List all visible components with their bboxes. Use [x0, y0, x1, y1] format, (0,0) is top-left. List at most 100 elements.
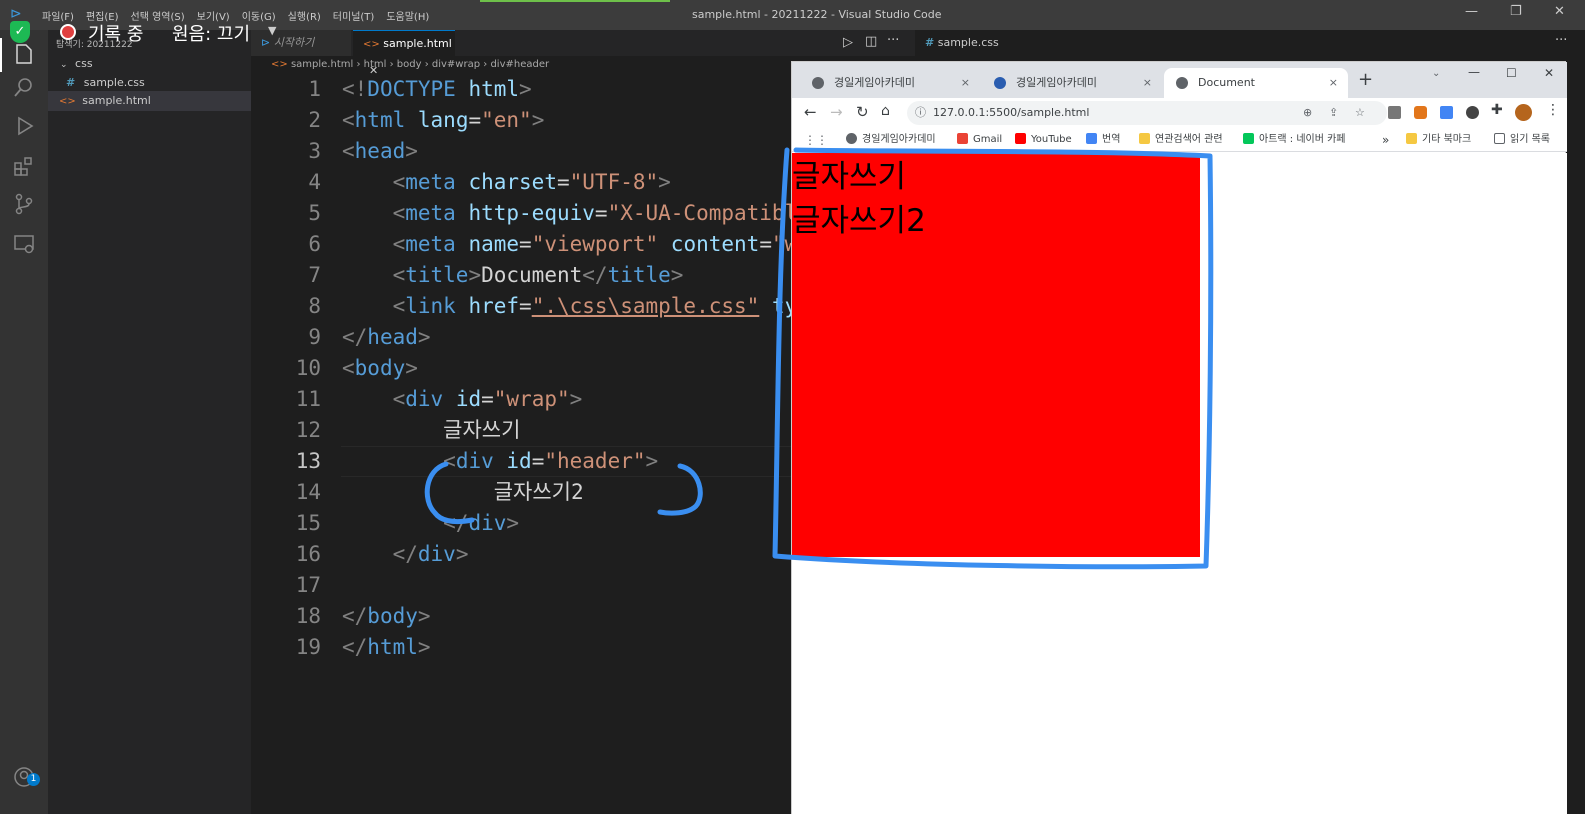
share-icon[interactable]: ⇪	[1329, 101, 1338, 125]
tab-label: sample.html	[383, 37, 452, 50]
activity-bar: 1	[0, 30, 48, 814]
more-actions-icon[interactable]: ···	[887, 33, 899, 48]
browser-tab-active[interactable]: Document ×	[1164, 68, 1348, 98]
bookmark-item[interactable]: 아트랙 : 네이버 카페	[1243, 128, 1346, 152]
line-number: 18	[295, 604, 321, 628]
line-number: 10	[295, 356, 321, 380]
close-tab-icon[interactable]: ×	[1143, 68, 1152, 98]
menu-help[interactable]: 도움말(H)	[386, 8, 429, 23]
css-file-icon: #	[925, 36, 935, 49]
code-line: <body>	[342, 356, 418, 380]
line-number: 6	[308, 232, 321, 256]
tab-getting-started[interactable]: ⊳ 시작하기	[251, 30, 351, 56]
close-icon[interactable]: ✕	[1544, 66, 1554, 80]
remote-explorer-icon[interactable]	[12, 232, 36, 256]
browser-tab[interactable]: 경일게임아카데미 ×	[800, 68, 980, 98]
site-logo-icon	[994, 77, 1006, 89]
puzzle-icon[interactable]: ✚	[1491, 102, 1503, 118]
home-icon[interactable]: ⌂	[881, 103, 890, 119]
line-number: 11	[295, 387, 321, 411]
extension-icon[interactable]	[1466, 106, 1479, 119]
line-number: 5	[308, 201, 321, 225]
dropdown-icon[interactable]: ▼	[268, 24, 276, 37]
restore-icon[interactable]: ❐	[1510, 4, 1522, 19]
bookmarks-bar: ⋮⋮ 경일게임아카데미 Gmail YouTube 번역 연관검색어 관련 아트…	[792, 128, 1567, 152]
more-bookmarks-button[interactable]: »	[1382, 128, 1389, 152]
run-icon[interactable]: ▷	[843, 35, 853, 50]
bookmark-item[interactable]: 번역	[1086, 128, 1120, 152]
bookmark-label: YouTube	[1031, 134, 1072, 145]
bookmark-label: 아트랙 : 네이버 카페	[1259, 134, 1346, 145]
back-icon[interactable]: ←	[804, 103, 817, 121]
tab-search-icon[interactable]: ⌄	[1432, 68, 1440, 79]
code-line: <meta http-equiv="X-UA-Compatibl	[392, 201, 798, 225]
translate-icon[interactable]	[1440, 106, 1453, 119]
page-viewport[interactable]: 글자쓰기 글자쓰기2	[792, 153, 1567, 814]
line-number: 15	[295, 511, 321, 535]
code-line: </div>	[443, 511, 520, 535]
file-sample-css[interactable]: # sample.css	[48, 73, 251, 93]
code-line: <link href=".\css\sample.css" ty	[392, 294, 798, 318]
kebab-menu-icon[interactable]: ⋮	[1546, 102, 1560, 118]
close-icon[interactable]: ✕	[1554, 4, 1565, 19]
bookmark-star-icon[interactable]: ☆	[1355, 101, 1365, 125]
more-actions-icon[interactable]: ···	[1555, 33, 1567, 48]
tab-sample-html[interactable]: <> sample.html ✕	[353, 30, 455, 77]
bookmark-item[interactable]: 경일게임아카데미	[846, 128, 936, 152]
zoom-icon[interactable]: ⊕	[1303, 101, 1312, 125]
address-bar[interactable]: ⓘ 127.0.0.1:5500/sample.html ⊕ ⇪ ☆	[907, 101, 1387, 125]
breadcrumb-file[interactable]: sample.html	[291, 59, 353, 70]
new-tab-button[interactable]: +	[1358, 69, 1373, 90]
wrap-div: 글자쓰기 글자쓰기2	[792, 153, 1200, 557]
close-tab-icon[interactable]: ×	[961, 68, 970, 98]
file-label: sample.html	[82, 94, 151, 107]
search-icon[interactable]	[12, 75, 36, 99]
line-number: 14	[295, 480, 321, 504]
apps-icon[interactable]: ⋮⋮	[804, 128, 828, 152]
file-sample-html[interactable]: <> sample.html	[48, 91, 251, 111]
bookmark-item[interactable]: YouTube	[1015, 128, 1072, 152]
bookmark-label: Gmail	[973, 134, 1003, 145]
breadcrumb-header[interactable]: div#header	[490, 59, 549, 70]
browser-tab[interactable]: 경일게임아카데미 ×	[982, 68, 1162, 98]
breadcrumb-wrap[interactable]: div#wrap	[432, 59, 480, 70]
globe-icon	[1176, 77, 1188, 89]
line-number: 9	[308, 325, 321, 349]
close-tab-icon[interactable]: ×	[1329, 68, 1338, 98]
html-file-icon: <>	[271, 59, 288, 70]
shield-check-icon: ✓	[10, 21, 30, 43]
chevron-down-icon: ⌄	[60, 60, 68, 70]
menu-terminal[interactable]: 터미널(T)	[333, 8, 375, 23]
css-file-icon: #	[66, 76, 76, 89]
line-number: 19	[295, 635, 321, 659]
folder-css[interactable]: ⌄ css	[48, 54, 251, 74]
split-editor-icon[interactable]: ◫	[865, 34, 877, 49]
avatar[interactable]	[1515, 104, 1532, 121]
maximize-icon[interactable]: ☐	[1506, 66, 1517, 80]
breadcrumb-body[interactable]: body	[397, 59, 422, 70]
source-control-icon[interactable]	[12, 192, 36, 216]
tab-sample-css[interactable]: # sample.css	[915, 30, 1011, 56]
reading-list-icon	[1494, 133, 1505, 144]
menu-run[interactable]: 실행(R)	[288, 8, 321, 23]
extension-icon[interactable]	[1388, 106, 1401, 119]
tab-title: 경일게임아카데미	[834, 76, 915, 89]
extensions-icon[interactable]	[12, 154, 36, 178]
record-icon[interactable]	[60, 24, 76, 40]
minimize-icon[interactable]: —	[1468, 65, 1480, 79]
breadcrumb-html[interactable]: html	[364, 59, 387, 70]
code-line: 글자쓰기2	[493, 480, 584, 504]
bookmark-label: 읽기 목록	[1510, 134, 1550, 145]
bookmark-item[interactable]: Gmail	[957, 128, 1002, 152]
forward-icon[interactable]: →	[830, 103, 843, 121]
minimize-icon[interactable]: —	[1465, 4, 1478, 19]
metamask-icon[interactable]	[1414, 106, 1427, 119]
run-debug-icon[interactable]	[12, 114, 36, 138]
audio-status[interactable]: 원음: 끄기	[172, 20, 250, 46]
reload-icon[interactable]: ↻	[856, 103, 869, 121]
bookmark-item[interactable]: 연관검색어 관련	[1139, 128, 1223, 152]
reading-list[interactable]: 읽기 목록	[1494, 128, 1550, 152]
bookmark-folder[interactable]: 기타 북마크	[1406, 128, 1471, 152]
window-title: sample.html - 20211222 - Visual Studio C…	[692, 8, 942, 21]
page-text: 글자쓰기	[792, 159, 907, 195]
